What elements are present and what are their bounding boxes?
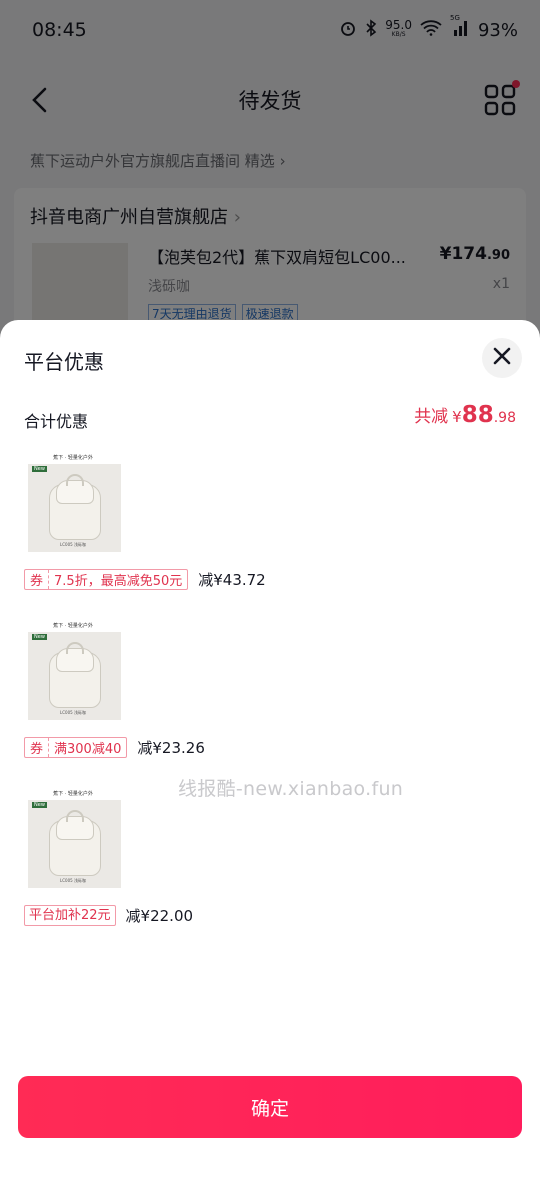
- brand-text: 蕉下 · 轻量化户外: [53, 623, 93, 629]
- confirm-button[interactable]: 确定: [18, 1076, 522, 1138]
- close-icon: [493, 347, 511, 369]
- platform-discount-sheet: 平台优惠 合计优惠 共减 ¥ 88 .98 蕉下 · 轻量化户外 New LC0…: [0, 320, 540, 1188]
- discount-row: 券 7.5折，最高减免50元 减¥43.72: [24, 568, 514, 590]
- discount-row: 券 满300减40 减¥23.26: [24, 736, 514, 758]
- image-caption: LC005 浅砾咖: [60, 710, 86, 715]
- product-image: 蕉下 · 轻量化户外 New LC005 浅砾咖: [24, 454, 122, 552]
- discount-amount: 减¥43.72: [198, 570, 266, 589]
- new-badge: New: [32, 634, 47, 640]
- coupon-text: 满300减40: [54, 741, 122, 757]
- coupon-tag: 券 满300减40: [24, 736, 128, 758]
- discount-item: 蕉下 · 轻量化户外 New LC005 浅砾咖 券 7.5折，最高减免50元 …: [24, 454, 514, 590]
- bag-handle: [66, 642, 84, 654]
- new-badge: New: [32, 802, 47, 808]
- image-caption: LC005 浅砾咖: [60, 878, 86, 883]
- bag-handle: [66, 810, 84, 822]
- discount-item: 蕉下 · 轻量化户外 New LC005 浅砾咖 券 满300减40 减¥23.…: [24, 622, 514, 758]
- discount-amount: 减¥23.26: [137, 738, 205, 757]
- platform-subsidy-tag: 平台加补22元: [24, 904, 116, 926]
- sheet-title: 平台优惠: [24, 350, 104, 374]
- product-image: 蕉下 · 轻量化户外 New LC005 浅砾咖: [24, 790, 122, 888]
- total-discount-value: 共减 ¥ 88 .98: [414, 402, 516, 428]
- coupon-tag: 券 7.5折，最高减免50元: [24, 568, 189, 590]
- coupon-text: 7.5折，最高减免50元: [54, 573, 183, 589]
- total-integer: 88: [461, 402, 494, 428]
- bag-handle: [66, 474, 84, 486]
- coupon-kind: 券: [25, 737, 50, 757]
- close-button[interactable]: [482, 338, 522, 378]
- total-yen: ¥: [452, 408, 462, 426]
- total-decimal: .98: [493, 410, 516, 426]
- image-caption: LC005 浅砾咖: [60, 542, 86, 547]
- discount-item: 蕉下 · 轻量化户外 New LC005 浅砾咖 平台加补22元 减¥22.00: [24, 790, 514, 926]
- brand-text: 蕉下 · 轻量化户外: [53, 455, 93, 461]
- discount-row: 平台加补22元 减¥22.00: [24, 904, 514, 926]
- brand-text: 蕉下 · 轻量化户外: [53, 791, 93, 797]
- product-image: 蕉下 · 轻量化户外 New LC005 浅砾咖: [24, 622, 122, 720]
- coupon-kind: 券: [25, 569, 50, 589]
- total-discount-label: 合计优惠: [24, 412, 89, 431]
- total-prefix: 共减: [414, 407, 449, 427]
- new-badge: New: [32, 466, 47, 472]
- watermark-text: 线报酷-new.xianbao.fun: [178, 778, 404, 800]
- discount-amount: 减¥22.00: [125, 906, 194, 925]
